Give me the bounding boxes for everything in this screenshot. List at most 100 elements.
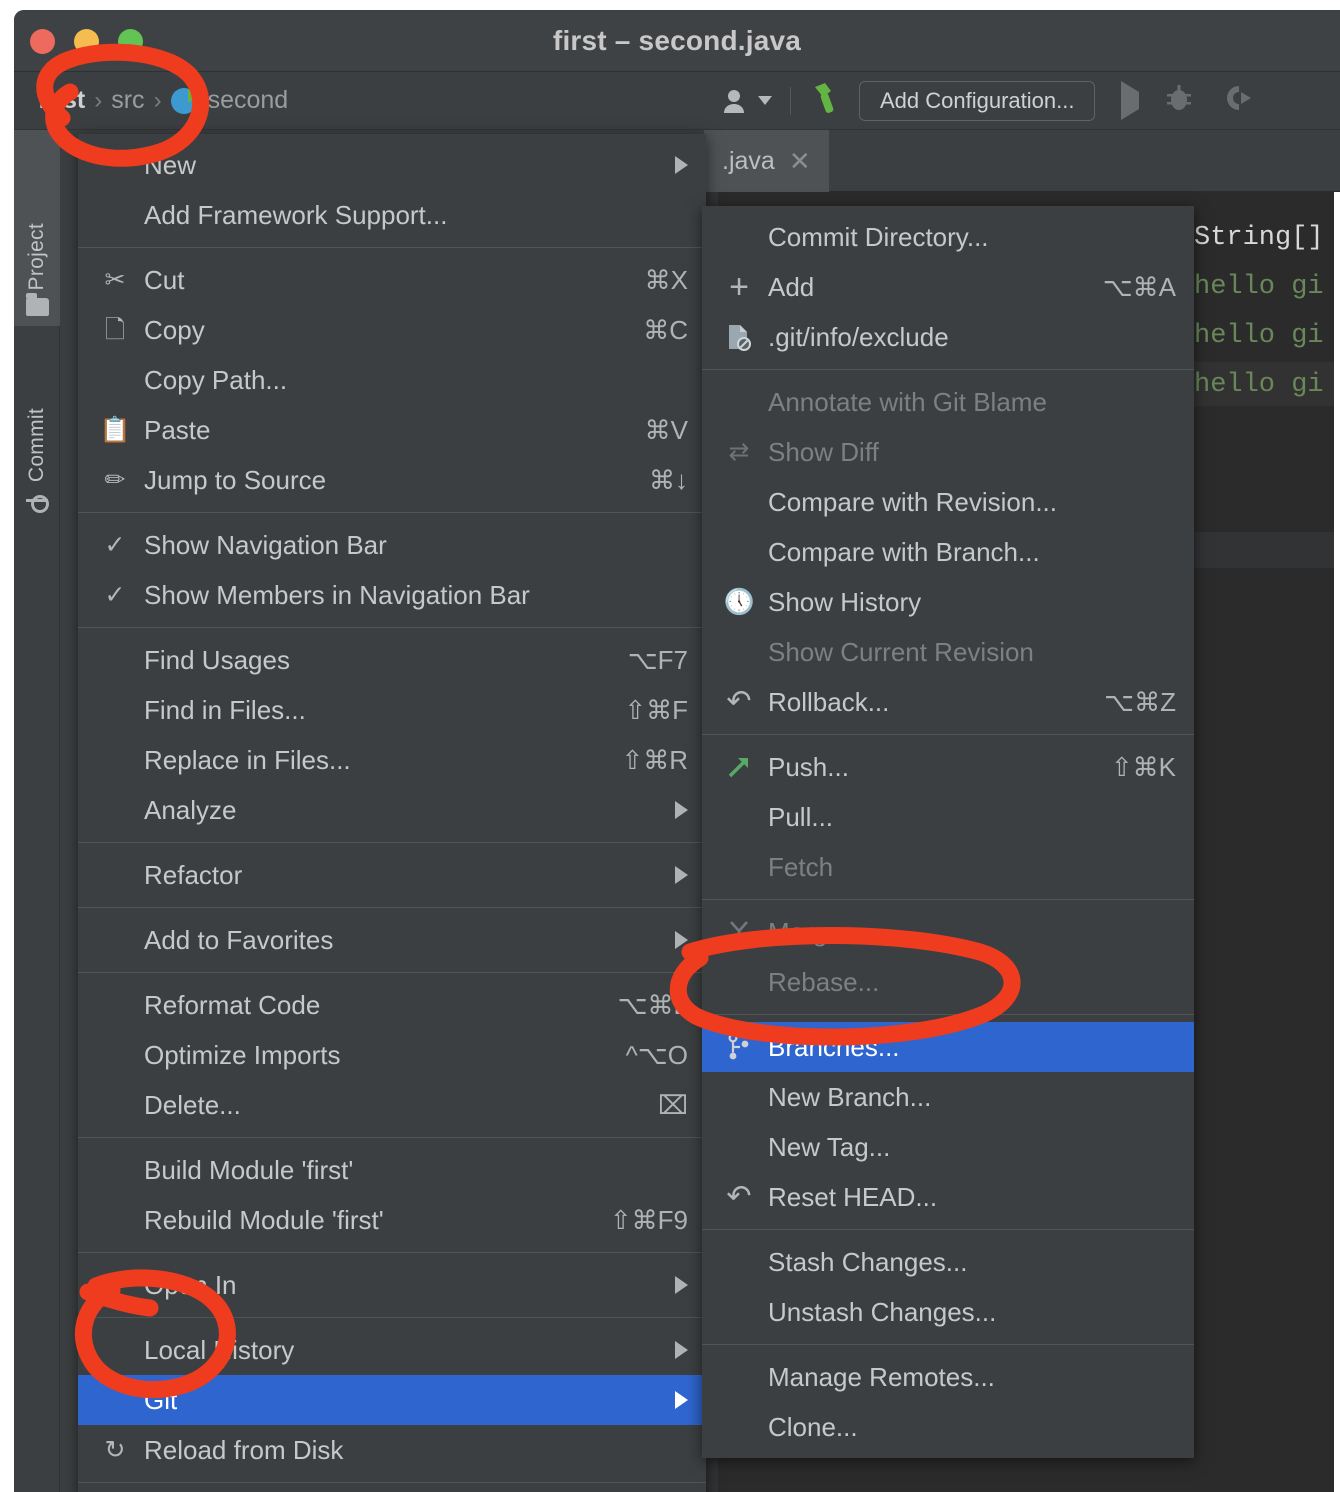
debug-bug-icon[interactable]: [1163, 82, 1195, 119]
menu-item-refactor[interactable]: Refactor: [78, 850, 706, 900]
menu-item-git[interactable]: Git: [78, 1375, 706, 1425]
menu-item-label: Compare with Revision...: [768, 486, 1057, 517]
chevron-down-icon[interactable]: [758, 96, 772, 105]
menu-item-unstash-changes[interactable]: Unstash Changes...: [702, 1287, 1194, 1337]
menu-item-fetch: Fetch: [702, 842, 1194, 892]
menu-item-branches[interactable]: Branches...: [702, 1022, 1194, 1072]
menu-item-label: Analyze: [144, 794, 237, 825]
menu-item-show-navigation-bar[interactable]: ✓ Show Navigation Bar: [78, 520, 706, 570]
sidebar-item-commit[interactable]: Commit: [14, 336, 60, 522]
menu-item-optimize-imports[interactable]: Optimize Imports ^⌥O: [78, 1030, 706, 1080]
menu-item-label: Show Current Revision: [768, 636, 1034, 667]
commit-icon: [26, 490, 49, 513]
menu-item-git-info-exclude[interactable]: .git/info/exclude: [702, 312, 1194, 362]
menu-item-label: Annotate with Git Blame: [768, 386, 1047, 417]
menu-item-new[interactable]: New: [78, 140, 706, 190]
menu-item-label: New Branch...: [768, 1081, 932, 1112]
menu-item-add-framework-support[interactable]: Add Framework Support...: [78, 190, 706, 240]
breadcrumb-item-src[interactable]: src: [111, 86, 144, 115]
menu-separator: [78, 1137, 706, 1138]
menu-item-commit-directory[interactable]: Commit Directory...: [702, 212, 1194, 262]
menu-item-label: Rebuild Module 'first': [144, 1204, 384, 1235]
sidebar-item-project[interactable]: Project: [14, 130, 60, 326]
menu-item-find-usages[interactable]: Find Usages ⌥F7: [78, 635, 706, 685]
submenu-arrow-icon: [675, 1341, 688, 1359]
menu-item-label: Reformat Code: [144, 989, 321, 1020]
menu-separator: [78, 1252, 706, 1253]
run-triangle-icon[interactable]: [1121, 80, 1140, 120]
menu-item-analyze[interactable]: Analyze: [78, 785, 706, 835]
menu-item-show-members-in-navigation-bar[interactable]: ✓ Show Members in Navigation Bar: [78, 570, 706, 620]
menu-separator: [78, 1482, 706, 1483]
scissors-icon: ✂: [104, 265, 126, 294]
file-exclude-icon: [724, 322, 754, 352]
folder-icon: [25, 293, 49, 316]
menu-item-label: Merge...: [768, 916, 864, 947]
user-avatar-icon[interactable]: [722, 87, 772, 115]
java-class-icon: [170, 87, 199, 114]
menu-item-label: Clone...: [768, 1411, 858, 1442]
menu-item-build-module[interactable]: Build Module 'first': [78, 1145, 706, 1195]
menu-item-replace-in-files[interactable]: Replace in Files... ⇧⌘R: [78, 735, 706, 785]
submenu-arrow-icon: [675, 801, 688, 819]
menu-item-reload-from-disk[interactable]: ↻ Reload from Disk: [78, 1425, 706, 1475]
application-window: first – second.java first › src › second: [14, 10, 1340, 1492]
menu-item-reset-head[interactable]: ↶ Reset HEAD...: [702, 1172, 1194, 1222]
hammer-icon[interactable]: [809, 81, 847, 120]
breadcrumb-item-project[interactable]: first: [38, 86, 85, 115]
menu-item-label: Refactor: [144, 859, 243, 890]
menu-item-shortcut: ⇧⌘F: [624, 694, 688, 725]
menu-item-show-history[interactable]: 🕔 Show History: [702, 577, 1194, 627]
add-configuration-button[interactable]: Add Configuration...: [859, 80, 1096, 121]
menu-item-label: Cut: [144, 264, 185, 295]
menu-item-open-in[interactable]: Open In: [78, 1260, 706, 1310]
menu-item-new-branch[interactable]: New Branch...: [702, 1072, 1194, 1122]
menu-item-rebuild-module[interactable]: Rebuild Module 'first' ⇧⌘F9: [78, 1195, 706, 1245]
menu-item-find-in-files[interactable]: Find in Files... ⇧⌘F: [78, 685, 706, 735]
menu-item-push[interactable]: Push... ⇧⌘K: [702, 742, 1194, 792]
menu-item-cut[interactable]: ✂ Cut ⌘X: [78, 255, 706, 305]
menu-item-paste[interactable]: 📋 Paste ⌘V: [78, 405, 706, 455]
menu-item-clone[interactable]: Clone...: [702, 1402, 1194, 1452]
menu-item-stash-changes[interactable]: Stash Changes...: [702, 1237, 1194, 1287]
menu-item-manage-remotes[interactable]: Manage Remotes...: [702, 1352, 1194, 1402]
breadcrumb-separator-icon: ›: [153, 86, 162, 114]
submenu-arrow-icon: [675, 866, 688, 884]
menu-item-local-history[interactable]: Local History: [78, 1325, 706, 1375]
menu-item-rollback[interactable]: ↶ Rollback... ⌥⌘Z: [702, 677, 1194, 727]
menu-item-copy[interactable]: 🗋 Copy ⌘C: [78, 305, 706, 355]
menu-item-compare-with-branch[interactable]: Compare with Branch...: [702, 527, 1194, 577]
editor-tab[interactable]: .java ✕: [704, 130, 829, 192]
menu-separator: [78, 972, 706, 973]
menu-item-pull[interactable]: Pull...: [702, 792, 1194, 842]
menu-item-copy-path[interactable]: Copy Path...: [78, 355, 706, 405]
rollback-icon: ↶: [726, 685, 752, 718]
menu-item-delete[interactable]: Delete... ⌧: [78, 1080, 706, 1130]
breadcrumb-item-second[interactable]: second: [208, 86, 289, 115]
menu-item-jump-to-source[interactable]: ✏ Jump to Source ⌘↓: [78, 455, 706, 505]
merge-icon: [724, 917, 754, 947]
menu-item-compare-with-revision[interactable]: Compare with Revision...: [702, 477, 1194, 527]
menu-separator: [78, 627, 706, 628]
screenshot-root: first – second.java first › src › second: [0, 0, 1340, 1492]
menu-item-shortcut: ⌥⌘A: [1102, 271, 1176, 302]
jump-to-source-icon: ✏: [104, 465, 126, 494]
code-content: String[] hello gi hello gi hello gi: [1194, 214, 1324, 410]
submenu-arrow-icon: [675, 1276, 688, 1294]
menu-item-label: Show Members in Navigation Bar: [144, 579, 530, 610]
checkmark-icon: ✓: [104, 580, 126, 609]
context-menu: New Add Framework Support... ✂ Cut ⌘X 🗋 …: [78, 134, 706, 1492]
close-icon[interactable]: ✕: [789, 146, 811, 177]
menu-item-reformat-code[interactable]: Reformat Code ⌥⌘L: [78, 980, 706, 1030]
menu-item-shortcut: ⇧⌘R: [621, 744, 688, 775]
window-titlebar: first – second.java: [14, 10, 1340, 72]
menu-item-new-tag[interactable]: New Tag...: [702, 1122, 1194, 1172]
toolbar-divider: [790, 86, 791, 115]
menu-item-shortcut: ⇧⌘F9: [609, 1204, 688, 1235]
menu-separator: [702, 734, 1194, 735]
menu-item-add-to-favorites[interactable]: Add to Favorites: [78, 915, 706, 965]
menu-item-label: Replace in Files...: [144, 744, 351, 775]
menu-item-label: Add Framework Support...: [144, 199, 448, 230]
menu-item-add[interactable]: + Add ⌥⌘A: [702, 262, 1194, 312]
run-with-coverage-icon[interactable]: [1219, 82, 1253, 119]
